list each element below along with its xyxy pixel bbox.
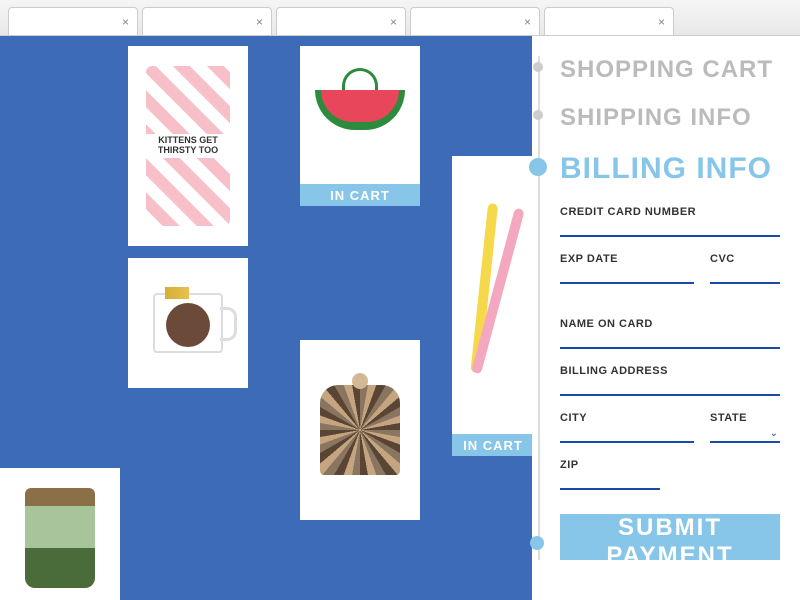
browser-tab[interactable]: × [544, 7, 674, 35]
grid-spacer [260, 46, 290, 586]
step-dot-icon [530, 536, 544, 550]
input-zip[interactable] [560, 472, 660, 490]
product-grid: KITTENS GET THIRSTY TOO IN CART I [0, 36, 532, 600]
browser-tab[interactable]: × [410, 7, 540, 35]
input-name-on-card[interactable] [560, 331, 780, 349]
label-state: STATE [710, 412, 780, 424]
grid-spacer [430, 46, 444, 586]
product-tile-pens[interactable]: IN CART [452, 156, 532, 456]
step-dot-icon [529, 158, 547, 176]
product-tile-shirt[interactable] [300, 340, 420, 520]
label-billing-address: BILLING ADDRESS [560, 365, 780, 377]
product-cup-text: KITTENS GET THIRSTY TOO [146, 134, 230, 158]
submit-payment-button[interactable]: SUBMIT PAYMENT [560, 514, 780, 560]
step-title: BILLING INFO [560, 152, 780, 186]
step-dot-icon [533, 62, 543, 72]
step-billing-info: BILLING INFO [560, 152, 780, 186]
close-icon[interactable]: × [256, 15, 263, 29]
input-city[interactable] [560, 425, 694, 443]
checkout-sidebar: SHOPPING CART SHIPPING INFO BILLING INFO… [532, 36, 800, 600]
grid-spacer [0, 36, 120, 456]
grid-spacer [300, 218, 420, 328]
field-exp-date: EXP DATE [560, 253, 694, 284]
browser-tab[interactable]: × [276, 7, 406, 35]
label-cvc: CVC [710, 253, 780, 265]
label-zip: ZIP [560, 459, 660, 471]
close-icon[interactable]: × [658, 15, 665, 29]
step-dot-icon [533, 110, 543, 120]
label-city: CITY [560, 412, 694, 424]
field-billing-address: BILLING ADDRESS [560, 365, 780, 396]
field-name-on-card: NAME ON CARD [560, 318, 780, 349]
in-cart-badge: IN CART [452, 434, 532, 456]
step-shipping-info[interactable]: SHIPPING INFO [560, 104, 780, 132]
step-title: SHIPPING INFO [560, 104, 780, 132]
browser-tab[interactable]: × [142, 7, 272, 35]
product-tile-watermelon-bag[interactable]: IN CART [300, 46, 420, 206]
progress-line [538, 56, 540, 560]
step-title: SHOPPING CART [560, 56, 780, 84]
field-cvc: CVC [710, 253, 780, 284]
input-exp-date[interactable] [560, 266, 694, 284]
product-tile-cup[interactable]: KITTENS GET THIRSTY TOO [128, 46, 248, 246]
label-exp-date: EXP DATE [560, 253, 694, 265]
close-icon[interactable]: × [390, 15, 397, 29]
billing-form: CREDIT CARD NUMBER EXP DATE CVC NAME ON … [560, 206, 780, 568]
grid-spacer [452, 468, 532, 598]
step-shopping-cart[interactable]: SHOPPING CART [560, 56, 780, 84]
input-card-number[interactable] [560, 219, 780, 237]
grid-spacer [452, 46, 532, 144]
close-icon[interactable]: × [524, 15, 531, 29]
grid-spacer [128, 400, 248, 570]
browser-tab-bar: × × × × × [0, 0, 800, 36]
browser-tab[interactable]: × [8, 7, 138, 35]
grid-spacer [300, 532, 420, 600]
field-state: STATE ⌄ [710, 412, 780, 443]
chevron-down-icon: ⌄ [770, 428, 778, 439]
input-cvc[interactable] [710, 266, 780, 284]
label-name-on-card: NAME ON CARD [560, 318, 780, 330]
field-card-number: CREDIT CARD NUMBER [560, 206, 780, 237]
product-tile-mug[interactable] [128, 258, 248, 388]
in-cart-badge: IN CART [300, 184, 420, 206]
field-zip: ZIP [560, 459, 660, 490]
label-card-number: CREDIT CARD NUMBER [560, 206, 780, 218]
input-billing-address[interactable] [560, 378, 780, 396]
field-city: CITY [560, 412, 694, 443]
product-tile-jar[interactable] [0, 468, 120, 600]
close-icon[interactable]: × [122, 15, 129, 29]
